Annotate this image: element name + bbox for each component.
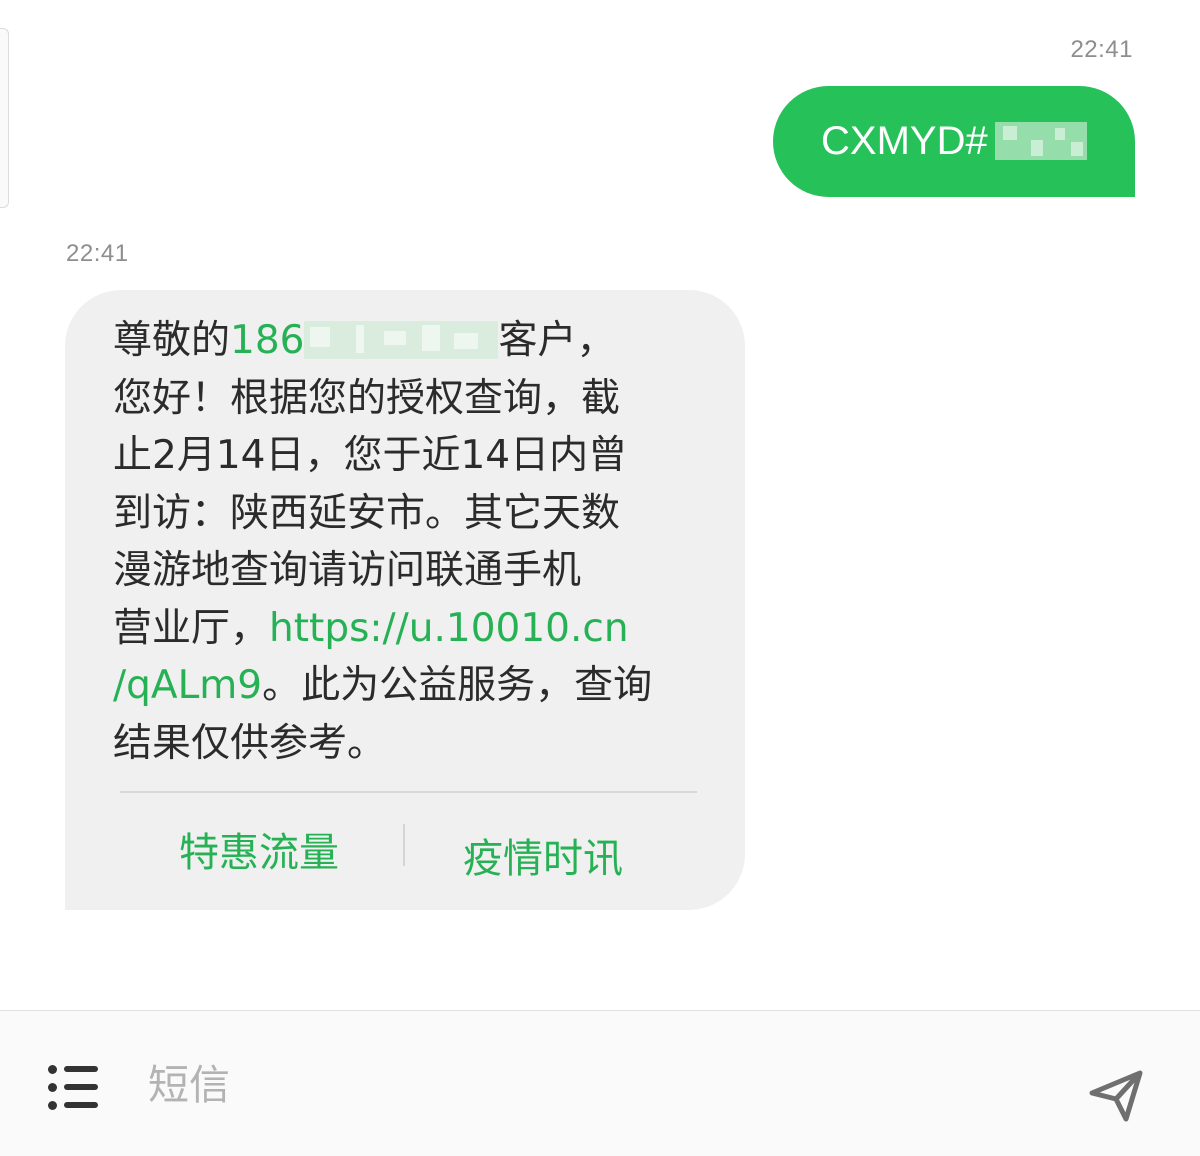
greeting-prefix: 尊敬的 (113, 318, 231, 363)
sent-message-text: CXMYD# (821, 119, 988, 163)
paper-plane-svg (1089, 1070, 1143, 1122)
redacted-phone-mosaic (304, 320, 499, 359)
action-epidemic-news[interactable]: 疫情时讯 (463, 826, 623, 884)
received-message-text: 尊敬的186 客户， 您好！根据您的授权查询，截 止2月14日，您于近14日内曾… (113, 312, 713, 772)
action-separator (403, 824, 405, 866)
message-line-6: 营业厅，https://u.10010.cn (113, 600, 713, 658)
message-line-8: 结果仅供参考。 (113, 720, 387, 766)
sms-input[interactable] (148, 1055, 1008, 1115)
message-composer (0, 1010, 1200, 1156)
action-special-data[interactable]: 特惠流量 (179, 820, 339, 878)
message-line-3: 止2月14日，您于近14日内曾 (113, 433, 628, 478)
line6-prefix: 营业厅， (113, 605, 270, 651)
message-line-4: 到访：陕西延安市。其它天数 (113, 490, 621, 536)
received-message-bubble[interactable]: 尊敬的186 客户， 您好！根据您的授权查询，截 止2月14日，您于近14日内曾… (65, 290, 745, 910)
message-line-5: 漫游地查询请访问联通手机 (113, 548, 582, 593)
url-link-part-2[interactable]: /qALm9 (113, 663, 262, 708)
send-icon[interactable] (1086, 1065, 1146, 1125)
sent-timestamp: 22:41 (1070, 36, 1133, 63)
greeting-suffix: 客户， (498, 318, 616, 363)
phone-number-link[interactable]: 186 (230, 318, 304, 363)
list-menu-icon[interactable] (48, 1063, 100, 1111)
message-line-1: 尊敬的186 客户， (113, 312, 713, 370)
received-timestamp: 22:41 (66, 240, 129, 267)
line7-suffix: 。此为公益服务，查询 (262, 663, 653, 708)
redacted-code-mosaic (995, 122, 1087, 160)
edge-panel-handle[interactable] (0, 28, 9, 208)
message-line-2: 您好！根据您的授权查询，截 (113, 375, 621, 421)
bubble-divider (120, 791, 697, 793)
url-link-part-1[interactable]: https://u.10010.cn (269, 606, 629, 651)
message-line-7: /qALm9。此为公益服务，查询 (113, 657, 713, 715)
